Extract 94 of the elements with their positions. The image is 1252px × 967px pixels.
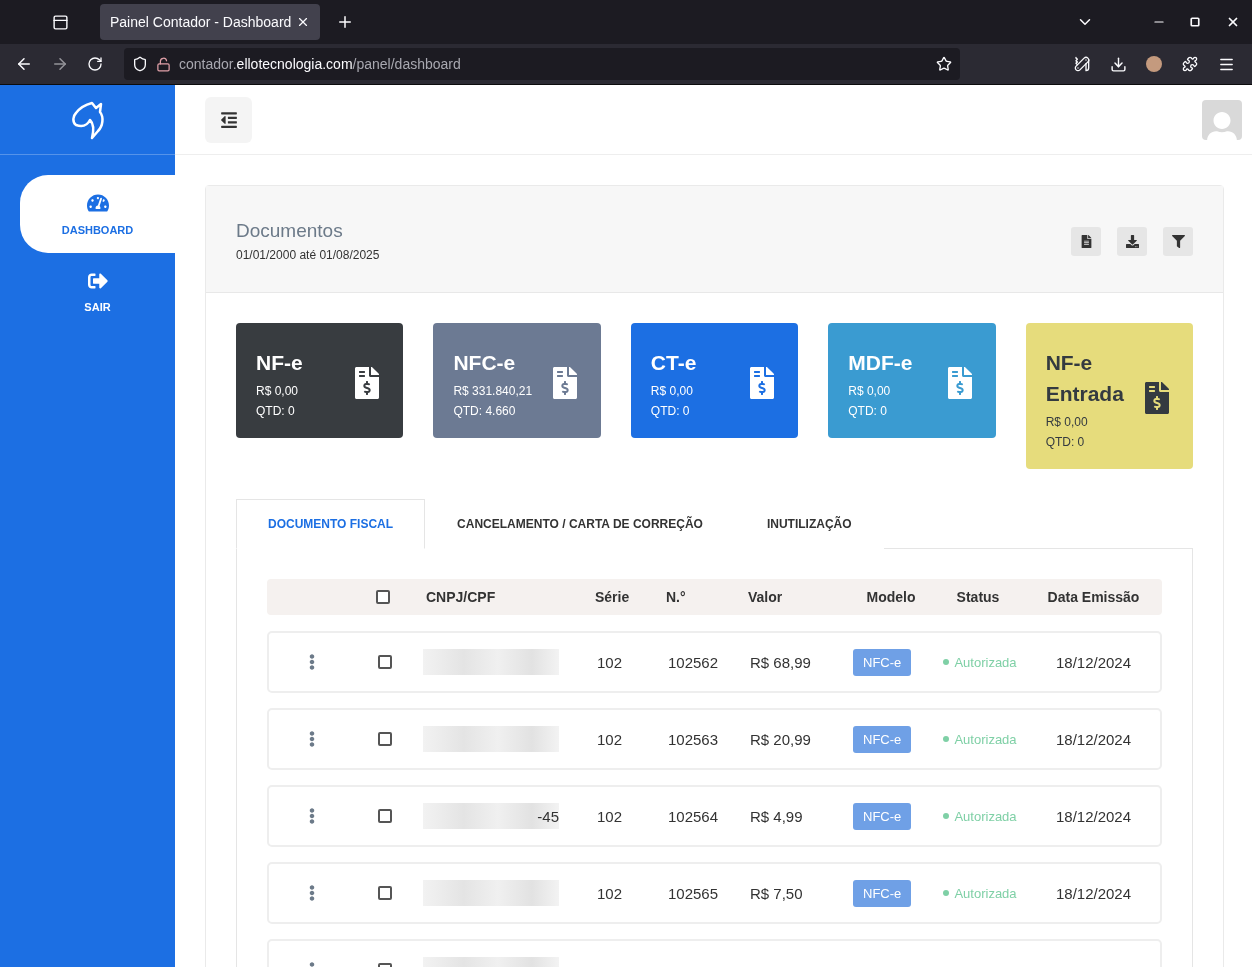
column-header: Data Emissão	[1047, 589, 1140, 605]
card-amount: R$ 0,00	[848, 384, 892, 398]
row-checkbox[interactable]	[378, 886, 392, 900]
card-amount: R$ 0,00	[256, 384, 300, 398]
table-cell: 102	[597, 807, 623, 825]
card-quantity: QTD: 0	[1045, 435, 1086, 449]
star-icon[interactable]	[936, 56, 952, 72]
status-text: Autorizada	[954, 885, 1017, 901]
row-checkbox[interactable]	[378, 809, 392, 823]
download-icon	[1125, 234, 1139, 248]
card-title: MDF-e	[848, 350, 913, 376]
card-quantity: QTD: 0	[650, 404, 691, 418]
card-amount: R$ 0,00	[650, 384, 694, 398]
document-icon	[1079, 234, 1093, 248]
reload-icon[interactable]	[87, 56, 103, 72]
outdent-icon	[219, 110, 238, 129]
download-button[interactable]	[1117, 226, 1147, 256]
gauge-icon	[86, 192, 109, 214]
new-tab-icon[interactable]	[336, 13, 354, 31]
panel-title: Documentos	[236, 220, 344, 242]
filter-icon	[1171, 234, 1185, 248]
table-cell: R$ 20,99	[750, 730, 811, 748]
summary-card[interactable]: NFC-e R$ 331.840,21 QTD: 4.660	[433, 323, 601, 438]
download-icon[interactable]	[1109, 55, 1127, 73]
table-cell: 18/12/2024	[1055, 807, 1132, 825]
tab-title: Painel Contador - Dashboard	[110, 14, 292, 30]
redacted-text: -45	[423, 803, 559, 829]
close-icon[interactable]	[296, 15, 310, 29]
browser-tab[interactable]: Painel Contador - Dashboard	[100, 4, 320, 40]
summary-card[interactable]: NF-e R$ 0,00 QTD: 0	[236, 323, 404, 438]
status-text: Autorizada	[954, 654, 1017, 670]
model-badge: NFC-e	[853, 725, 912, 753]
date-range: 01/01/2000 até 01/08/2025	[236, 248, 380, 262]
model-badge: NFC-e	[853, 802, 912, 830]
menu-toggle-button[interactable]	[205, 96, 252, 143]
card-amount: R$ 0,00	[1045, 415, 1089, 429]
select-all-checkbox[interactable]	[376, 590, 390, 604]
column-header: N.°	[666, 589, 686, 605]
summary-card[interactable]: CT-e R$ 0,00 QTD: 0	[630, 323, 799, 438]
account-avatar[interactable]	[1146, 56, 1162, 72]
table-cell: 18/12/2024	[1055, 653, 1132, 671]
status-dot	[943, 659, 950, 665]
column-header: Série	[595, 589, 630, 605]
sidebar-item[interactable]: DASHBOARD	[20, 175, 175, 253]
model-badge: NFC-e	[853, 648, 912, 676]
tab-list-icon[interactable]	[51, 13, 69, 31]
card-title: NF-e Entrada	[1045, 350, 1125, 407]
status-dot	[943, 736, 950, 742]
sidebar-item[interactable]: SAIR	[20, 253, 175, 331]
model-badge: NFC-e	[853, 879, 912, 907]
status-dot	[943, 813, 950, 819]
row-checkbox[interactable]	[378, 655, 392, 669]
forward-icon[interactable]	[51, 55, 69, 73]
lock-icon[interactable]	[156, 56, 171, 72]
shield-icon[interactable]	[132, 56, 148, 72]
maximize-icon[interactable]	[1190, 17, 1200, 27]
table-cell: 102562	[668, 653, 719, 671]
document-button[interactable]	[1071, 226, 1101, 256]
card-quantity: QTD: 0	[848, 404, 888, 418]
table-cell: 102	[597, 884, 623, 902]
column-header: CNPJ/CPF	[425, 589, 496, 605]
logout-icon	[87, 271, 108, 291]
url-text: contador.ellotecnologia.com/panel/dashboard	[179, 56, 462, 72]
table-cell: R$ 4,99	[750, 807, 803, 825]
table-cell: 102563	[668, 730, 719, 748]
column-header: Valor	[748, 589, 783, 605]
card-title: NFC-e	[453, 350, 517, 376]
table-cell: 102565	[668, 884, 719, 902]
table-cell: 18/12/2024	[1055, 884, 1132, 902]
back-icon[interactable]	[15, 55, 33, 73]
tab[interactable]: DOCUMENTO FISCAL	[236, 499, 426, 549]
summary-card[interactable]: NF-e Entrada R$ 0,00 QTD: 0	[1025, 323, 1194, 469]
filter-button[interactable]	[1163, 226, 1193, 256]
address-bar[interactable]: contador.ellotecnologia.com/panel/dashboard	[124, 48, 960, 80]
table-cell: R$ 68,99	[750, 653, 811, 671]
card-quantity: QTD: 4.660	[453, 404, 517, 418]
table-cell: 102	[597, 653, 623, 671]
status-text: Autorizada	[954, 808, 1017, 824]
card-title: NF-e	[256, 350, 303, 376]
column-header: Modelo	[866, 589, 916, 605]
table-cell: 102564	[668, 807, 719, 825]
column-header: Status	[956, 589, 1000, 605]
table-cell: 102	[597, 730, 623, 748]
table-cell: R$ 7,50	[750, 884, 803, 902]
card-title: CT-e	[650, 350, 697, 376]
table-cell: 18/12/2024	[1055, 730, 1132, 748]
extensions-icon[interactable]	[1182, 56, 1198, 72]
horse-head-logo	[69, 99, 106, 140]
status-dot	[943, 890, 950, 896]
row-checkbox[interactable]	[378, 732, 392, 746]
card-amount: R$ 331.840,21	[453, 384, 533, 398]
card-quantity: QTD: 0	[256, 404, 296, 418]
status-text: Autorizada	[954, 731, 1017, 747]
close-icon[interactable]	[1226, 15, 1240, 29]
